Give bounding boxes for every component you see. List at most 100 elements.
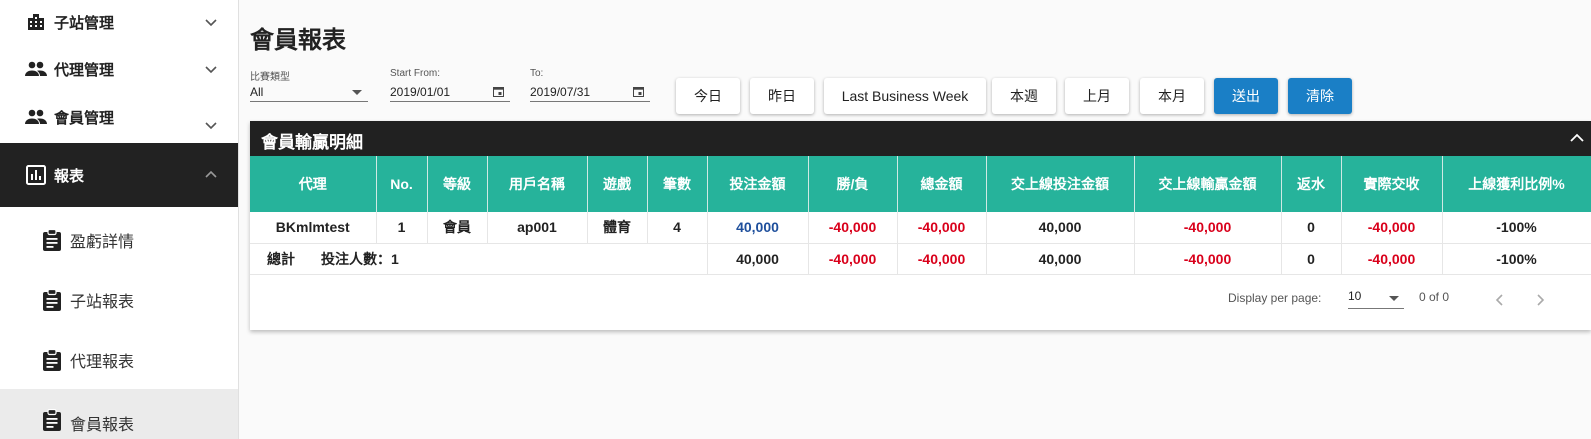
calendar-icon[interactable] (493, 86, 504, 97)
calendar-icon[interactable] (633, 86, 644, 97)
end-date-field[interactable]: To: 2019/07/31 (530, 68, 650, 102)
clipboard-icon (43, 409, 61, 431)
per-page-select[interactable]: 10 (1348, 289, 1404, 309)
member-report-table: 代理 No. 等級 用戶名稱 遊戲 筆數 投注金額 勝/負 總金額 交上線投注金… (250, 156, 1591, 275)
table-cell: 體育 (587, 212, 648, 244)
table-row[interactable]: BKmlmtest 1 會員 ap001 體育 4 40,000 -40,000… (250, 212, 1591, 244)
sidebar-item-reports[interactable]: 報表 (0, 143, 238, 207)
table-cell: -40,000 (808, 243, 898, 275)
column-header[interactable]: 代理 (250, 156, 377, 212)
chevron-up-icon[interactable] (1569, 131, 1585, 145)
chevron-down-icon (205, 66, 217, 74)
column-header[interactable]: 交上線投注金額 (986, 156, 1135, 212)
sidebar-item-substation[interactable]: 子站管理 (0, 0, 238, 44)
table-header-row: 代理 No. 等級 用戶名稱 遊戲 筆數 投注金額 勝/負 總金額 交上線投注金… (250, 156, 1591, 212)
total-label: 總計 (267, 250, 295, 267)
dropdown-caret-icon (352, 90, 362, 95)
end-date-input[interactable]: 2019/07/31 (530, 82, 650, 102)
table-cell: 0 (1281, 212, 1342, 244)
dropdown-caret-icon (1389, 296, 1399, 301)
clipboard-icon (43, 289, 61, 311)
column-header[interactable]: 上線獲利比例% (1442, 156, 1591, 212)
game-type-value[interactable]: All (250, 82, 368, 102)
table-cell: 會員 (427, 212, 488, 244)
people-icon (24, 105, 48, 129)
end-date-label: To: (530, 68, 544, 79)
member-win-loss-card: 會員輸贏明細 代理 No. 等級 用戶名稱 遊戲 筆數 投注金額 勝/負 總金額… (250, 121, 1591, 330)
table-cell: -100% (1442, 212, 1591, 244)
table-cell: -40,000 (1341, 212, 1443, 244)
column-header[interactable]: 筆數 (647, 156, 708, 212)
sidebar-subitem-agent-report[interactable]: 代理報表 (0, 330, 238, 390)
bettors-count: 投注人數：1 (321, 250, 399, 267)
chart-icon (24, 163, 48, 187)
table-cell: 0 (1281, 243, 1342, 275)
sidebar-item-label: 報表 (54, 167, 85, 185)
clipboard-icon (43, 229, 61, 251)
start-date-field[interactable]: Start From: 2019/01/01 (390, 68, 510, 102)
building-icon (24, 10, 48, 34)
table-cell: 1 (376, 212, 428, 244)
card-title: 會員輸贏明細 (261, 133, 363, 152)
sidebar: 子站管理 代理管理 會員管理 報表 盈虧詳情 子站報表 代理報表 會員報表 (0, 0, 239, 439)
column-header[interactable]: 等級 (427, 156, 488, 212)
table-cell: -40,000 (897, 212, 987, 244)
sidebar-item-label: 會員管理 (54, 109, 115, 127)
column-header[interactable]: 用戶名稱 (487, 156, 588, 212)
column-header[interactable]: 總金額 (897, 156, 987, 212)
people-icon (24, 57, 48, 81)
total-label-cell: 總計 投注人數：1 (250, 243, 708, 275)
card-header: 會員輸贏明細 (250, 121, 1591, 156)
table-cell: BKmlmtest (250, 212, 377, 244)
sidebar-subitem-member-report[interactable]: 會員報表 (0, 389, 238, 439)
sidebar-subitem-substation-report[interactable]: 子站報表 (0, 270, 238, 330)
table-cell: 40,000 (986, 243, 1135, 275)
column-header[interactable]: 實際交收 (1341, 156, 1443, 212)
page-range: 0 of 0 (1419, 290, 1450, 304)
table-cell: -100% (1442, 243, 1591, 275)
sidebar-item-member[interactable]: 會員管理 (0, 95, 238, 139)
this-week-button[interactable]: 本週 (992, 78, 1056, 114)
chevron-right-icon[interactable] (1533, 293, 1547, 307)
sidebar-item-label: 子站管理 (54, 14, 115, 32)
start-date-label: Start From: (390, 68, 441, 79)
chevron-left-icon[interactable] (1493, 293, 1507, 307)
sidebar-subitem-label: 子站報表 (70, 294, 135, 311)
page-title: 會員報表 (250, 27, 346, 54)
table-cell: -40,000 (1134, 212, 1282, 244)
sidebar-subitem-profit-detail[interactable]: 盈虧詳情 (0, 210, 238, 270)
last-business-week-button[interactable]: Last Business Week (824, 78, 986, 114)
today-button[interactable]: 今日 (676, 78, 740, 114)
table-cell: -40,000 (1341, 243, 1443, 275)
this-month-button[interactable]: 本月 (1140, 78, 1204, 114)
column-header[interactable]: 勝/負 (808, 156, 898, 212)
column-header[interactable]: 返水 (1281, 156, 1342, 212)
table-cell: 4 (647, 212, 708, 244)
table-cell: 40,000 (707, 212, 809, 244)
chevron-up-icon (205, 170, 217, 178)
game-type-select[interactable]: 比賽類型 All (250, 68, 368, 102)
start-date-value: 2019/01/01 (390, 85, 451, 99)
sidebar-subitem-label: 盈虧詳情 (70, 234, 135, 251)
chevron-down-icon (205, 19, 217, 27)
column-header[interactable]: 交上線輸贏金額 (1134, 156, 1282, 212)
yesterday-button[interactable]: 昨日 (750, 78, 814, 114)
table-cell: 40,000 (986, 212, 1135, 244)
last-month-button[interactable]: 上月 (1065, 78, 1129, 114)
table-cell: 40,000 (707, 243, 809, 275)
per-page-label: Display per page: (1228, 291, 1322, 305)
table-cell: -40,000 (897, 243, 987, 275)
per-page-value: 10 (1348, 289, 1362, 303)
column-header[interactable]: 遊戲 (587, 156, 648, 212)
table-cell: -40,000 (1134, 243, 1282, 275)
table-cell: -40,000 (808, 212, 898, 244)
sidebar-subitem-label: 會員報表 (70, 417, 135, 434)
start-date-input[interactable]: 2019/01/01 (390, 82, 510, 102)
clear-button[interactable]: 清除 (1288, 78, 1352, 114)
sidebar-item-agent[interactable]: 代理管理 (0, 47, 238, 91)
column-header[interactable]: No. (376, 156, 428, 212)
table-total-row: 總計 投注人數：1 40,000 -40,000 -40,000 40,000 -… (250, 243, 1591, 275)
column-header[interactable]: 投注金額 (707, 156, 809, 212)
clipboard-icon (43, 349, 61, 371)
submit-button[interactable]: 送出 (1214, 78, 1278, 114)
